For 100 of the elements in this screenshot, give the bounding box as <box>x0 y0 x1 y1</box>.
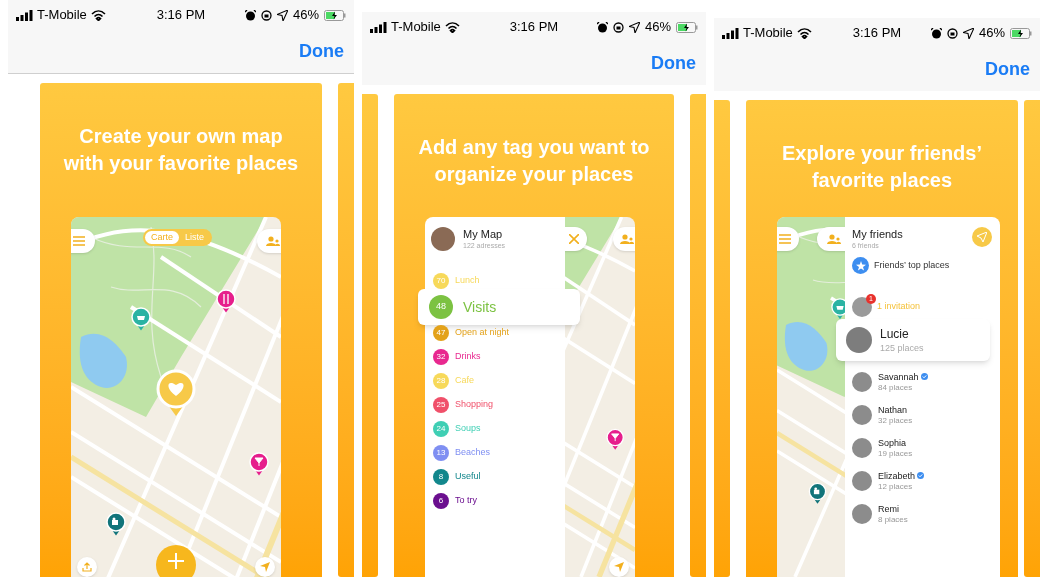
location-arrow-icon <box>962 27 974 39</box>
avatar <box>431 227 455 251</box>
headline: favorite places <box>811 168 953 193</box>
done-button[interactable]: Done <box>651 50 696 77</box>
close-button[interactable] <box>565 227 587 251</box>
cocktail-pin-icon[interactable] <box>249 452 269 476</box>
battery-percent: 46% <box>644 18 671 37</box>
avatar <box>852 437 872 458</box>
friend-row[interactable]: Elizabeth 12 places <box>852 464 992 497</box>
top-places-row[interactable]: Friends’ top places <box>852 257 992 274</box>
rotation-lock-icon <box>946 27 958 39</box>
signal-icon <box>370 21 387 33</box>
tag-count: 25 <box>433 397 449 413</box>
friends-button[interactable] <box>817 227 845 251</box>
alarm-clock-icon <box>596 21 608 33</box>
location-arrow-icon <box>628 21 640 33</box>
wifi-icon <box>796 27 812 39</box>
status-time: 3:16 PM <box>851 24 903 43</box>
tag-row[interactable]: 24 Soups <box>425 417 565 441</box>
battery-percent: 46% <box>292 6 319 25</box>
battery-icon <box>324 9 346 21</box>
signal-icon <box>722 27 739 39</box>
headline: Explore your friends’ <box>781 141 983 166</box>
friends-title: My friends <box>852 227 903 241</box>
rotation-lock-icon <box>260 9 272 21</box>
tag-count: 70 <box>433 273 449 289</box>
friend-row[interactable]: Remi 8 places <box>852 497 992 530</box>
avatar <box>852 404 872 425</box>
friends-button[interactable] <box>257 229 281 253</box>
tag-label: To try <box>455 494 477 508</box>
friend-name: Lucie <box>880 326 909 342</box>
tag-row[interactable]: 8 Useful <box>425 465 565 489</box>
tag-label: Visits <box>463 297 497 317</box>
done-button[interactable]: Done <box>985 56 1030 83</box>
friend-places: 84 places <box>878 382 914 393</box>
friend-row[interactable]: Nathan 32 places <box>852 398 992 431</box>
menu-icon <box>73 236 85 246</box>
status-time: 3:16 PM <box>508 18 560 37</box>
tag-label: Lunch <box>455 274 480 288</box>
friend-places: 12 places <box>878 481 914 492</box>
signal-icon <box>16 9 33 21</box>
location-arrow-icon <box>276 9 288 21</box>
paper-plane-icon <box>977 232 987 242</box>
headline: with your favorite places <box>63 151 299 176</box>
tag-count: 13 <box>433 445 449 461</box>
alarm-clock-icon <box>930 27 942 39</box>
invitation-label: 1 invitation <box>877 300 921 314</box>
tag-row[interactable]: 48 Visits <box>418 289 580 325</box>
avatar <box>852 297 872 317</box>
heart-pin-icon[interactable] <box>156 369 196 416</box>
location-arrow-icon <box>260 562 270 572</box>
segment-tab[interactable]: Carte <box>145 231 179 244</box>
tag-row[interactable]: 25 Shopping <box>425 393 565 417</box>
map-list-toggle[interactable]: Carte Liste <box>143 229 213 246</box>
plus-icon <box>168 553 184 569</box>
cocktail-pin-icon[interactable] <box>606 428 624 450</box>
friend-name: Nathan <box>878 403 908 416</box>
carrier-name: T-Mobile <box>37 6 87 25</box>
tag-label: Beaches <box>455 446 491 460</box>
tag-label: Soups <box>455 422 481 436</box>
tag-label: Shopping <box>455 398 494 412</box>
battery-icon <box>1010 27 1032 39</box>
avatar <box>852 503 872 524</box>
friend-row[interactable]: Sophia 19 places <box>852 431 992 464</box>
tag-label: Drinks <box>455 350 481 364</box>
map-title: My Map <box>463 227 504 241</box>
done-button[interactable]: Done <box>299 38 344 65</box>
star-icon <box>852 257 869 274</box>
menu-button[interactable] <box>777 227 799 251</box>
send-button[interactable] <box>972 227 992 247</box>
location-arrow-icon <box>614 562 624 572</box>
share-icon <box>82 562 92 572</box>
tag-row[interactable]: 13 Beaches <box>425 441 565 465</box>
cup-pin-icon[interactable] <box>131 307 151 331</box>
tag-label: Cafe <box>455 374 474 388</box>
tag-count: 6 <box>433 493 449 509</box>
tag-row[interactable]: 32 Drinks <box>425 345 565 369</box>
headline: Add any tag you want to <box>418 135 650 160</box>
tag-row[interactable]: 6 To try <box>425 489 565 513</box>
friend-row[interactable]: Lucie 125 places <box>836 319 990 361</box>
friend-row[interactable]: Savannah 84 places <box>852 365 992 398</box>
carrier-name: T-Mobile <box>391 18 441 37</box>
tag-count: 28 <box>433 373 449 389</box>
wifi-icon <box>444 21 460 33</box>
wifi-icon <box>90 9 106 21</box>
tag-label: Useful <box>455 470 481 484</box>
friend-name: Elizabeth <box>878 469 916 482</box>
people-icon <box>266 236 280 246</box>
top-places-label: Friends’ top places <box>874 258 950 272</box>
rotation-lock-icon <box>612 21 624 33</box>
battery-percent: 46% <box>978 24 1005 43</box>
tag-count: 48 <box>429 295 453 319</box>
friend-places: 19 places <box>878 448 913 459</box>
headline: Create your own map <box>79 124 283 149</box>
menu-button[interactable] <box>71 229 95 253</box>
alarm-clock-icon <box>244 9 256 21</box>
menu-icon <box>779 234 791 244</box>
tag-count: 8 <box>433 469 449 485</box>
status-time: 3:16 PM <box>155 6 207 25</box>
friend-name: Remi <box>878 502 899 515</box>
